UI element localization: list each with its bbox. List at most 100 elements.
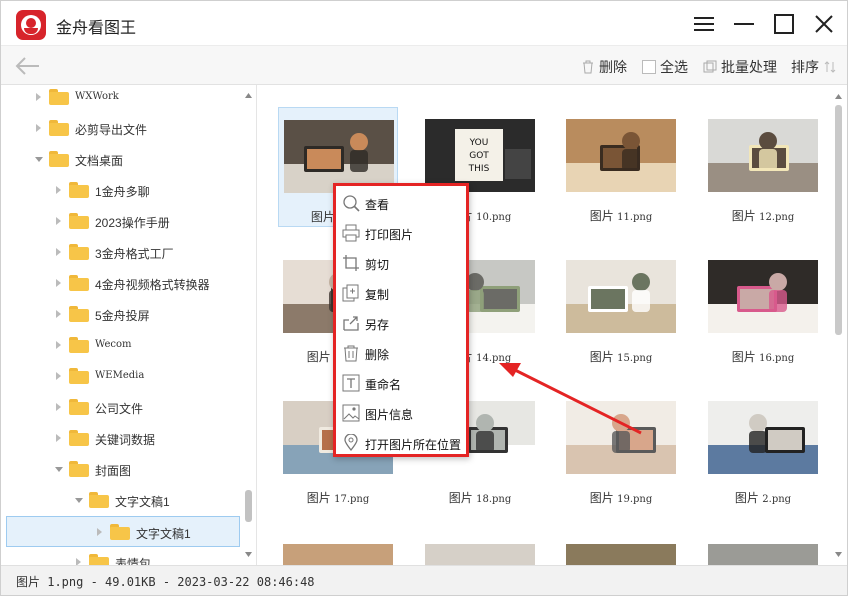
caption-prefix: 图片 <box>734 491 759 505</box>
tree-item[interactable]: 公司文件 <box>1 392 241 423</box>
folder-icon <box>69 461 89 477</box>
caption-filename: 11.png <box>617 212 653 223</box>
expand-chevron-right-icon[interactable] <box>56 341 61 349</box>
tree-item[interactable]: 1金舟多聊 <box>1 175 241 206</box>
expand-chevron-right-icon[interactable] <box>56 279 61 287</box>
tree-item[interactable]: Wecom <box>1 330 241 361</box>
expand-chevron-right-icon[interactable] <box>76 558 81 565</box>
tree-item[interactable]: 必剪导出文件 <box>1 113 241 144</box>
delete-button[interactable]: 删除 <box>581 57 627 77</box>
menu-icon[interactable] <box>691 11 717 37</box>
context-menu-item[interactable]: 另存 <box>336 308 466 338</box>
image-thumbnail-partial[interactable] <box>283 544 393 565</box>
batch-process-button[interactable]: 批量处理 <box>703 57 777 77</box>
expand-chevron-right-icon[interactable] <box>56 248 61 256</box>
image-thumbnail-partial[interactable] <box>708 544 818 565</box>
context-menu-label: 图片信息 <box>365 408 414 422</box>
back-arrow-icon[interactable] <box>13 54 41 78</box>
expand-chevron-right-icon[interactable] <box>36 124 41 132</box>
tree-item-label: 文字文稿1 <box>115 495 170 509</box>
caption-prefix: 图片 <box>731 350 756 364</box>
minimize-icon[interactable] <box>731 11 757 37</box>
tree-item[interactable]: 文字文稿1 <box>6 516 240 547</box>
tree-scrollbar[interactable] <box>241 85 256 565</box>
tree-item-label: Wecom <box>95 339 132 350</box>
expand-chevron-right-icon[interactable] <box>56 186 61 194</box>
caption-prefix: 图片 <box>589 209 614 223</box>
caption-prefix: 图片 <box>731 209 756 223</box>
close-icon[interactable] <box>811 11 837 37</box>
expand-chevron-right-icon[interactable] <box>56 217 61 225</box>
context-menu-item[interactable]: 查看 <box>336 188 466 218</box>
select-all-checkbox[interactable] <box>642 60 656 74</box>
expand-chevron-right-icon[interactable] <box>56 310 61 318</box>
context-menu-item[interactable]: 打开图片所在位置 <box>336 428 466 458</box>
select-all-label: 全选 <box>660 59 688 75</box>
caption-filename: 19.png <box>617 494 653 505</box>
folder-icon <box>69 399 89 415</box>
image-thumbnail[interactable] <box>708 401 818 474</box>
image-thumbnail-partial[interactable] <box>425 544 535 565</box>
image-tile[interactable]: 图片 12.png <box>703 107 823 227</box>
context-menu-item[interactable]: 重命名 <box>336 368 466 398</box>
folder-icon <box>89 554 109 565</box>
expand-chevron-down-icon[interactable] <box>35 157 43 162</box>
tree-item[interactable]: 关键词数据 <box>1 423 241 454</box>
delete-label: 删除 <box>599 59 627 75</box>
image-thumbnail[interactable] <box>708 260 818 333</box>
context-menu-item[interactable]: 图片信息 <box>336 398 466 428</box>
tree-item-label: 表情包 <box>115 557 152 565</box>
tree-item[interactable]: 文档桌面 <box>1 144 241 175</box>
maximize-icon[interactable] <box>771 11 797 37</box>
caption-filename: 10.png <box>476 212 512 223</box>
tree-item[interactable]: 2023操作手册 <box>1 206 241 237</box>
context-menu-item[interactable]: 打印图片 <box>336 218 466 248</box>
image-thumbnail[interactable] <box>566 119 676 192</box>
tree-item[interactable]: 文字文稿1 <box>1 485 241 516</box>
expand-chevron-right-icon[interactable] <box>36 93 41 101</box>
select-all-button[interactable]: 全选 <box>642 57 688 77</box>
expand-chevron-right-icon[interactable] <box>56 434 61 442</box>
image-thumbnail[interactable]: YOU GOT THIS <box>425 119 535 192</box>
image-info-icon <box>342 404 360 422</box>
caption-filename: 17.png <box>334 494 370 505</box>
expand-chevron-right-icon[interactable] <box>56 372 61 380</box>
annotation-arrow <box>499 363 642 435</box>
context-menu-item[interactable]: 删除 <box>336 338 466 368</box>
title-bar: 金舟看图王 <box>1 1 847 45</box>
caption-prefix: 图片 <box>589 491 614 505</box>
image-tile[interactable]: 图片 16.png <box>703 248 823 368</box>
context-menu-item[interactable]: 剪切 <box>336 248 466 278</box>
context-menu: 查看 打印图片 剪切 复制 另存 删除 重命名图片信息打开图片所在位置 <box>333 183 469 457</box>
folder-icon <box>49 89 69 105</box>
tree-item[interactable]: 4金舟视频格式转换器 <box>1 268 241 299</box>
context-menu-item[interactable]: 复制 <box>336 278 466 308</box>
batch-label: 批量处理 <box>721 59 777 75</box>
image-tile[interactable]: 图片 11.png <box>561 107 681 227</box>
caption-prefix: 图片 <box>306 350 331 364</box>
tree-item[interactable]: WXWork <box>1 85 241 113</box>
app-title: 金舟看图王 <box>56 20 137 37</box>
tree-item[interactable]: 3金舟格式工厂 <box>1 237 241 268</box>
tree-item[interactable]: WEMedia <box>1 361 241 392</box>
printer-icon <box>342 224 360 242</box>
expand-chevron-down-icon[interactable] <box>75 498 83 503</box>
image-thumbnail-partial[interactable] <box>566 544 676 565</box>
image-thumbnail[interactable] <box>708 119 818 192</box>
image-tile[interactable]: 图片 15.png <box>561 248 681 368</box>
grid-scrollbar[interactable] <box>830 85 847 565</box>
tree-item[interactable]: 5金舟投屏 <box>1 299 241 330</box>
image-thumbnail[interactable] <box>566 260 676 333</box>
status-text: 图片 1.png - 49.01KB - 2023-03-22 08:46:48 <box>16 575 315 589</box>
image-caption: 图片 19.png <box>561 489 681 506</box>
tree-item-label: 文档桌面 <box>75 154 124 168</box>
expand-chevron-right-icon[interactable] <box>97 528 102 536</box>
tree-item[interactable]: 封面图 <box>1 454 241 485</box>
tree-item[interactable]: 表情包 <box>1 547 241 565</box>
caption-prefix: 图片 <box>306 491 331 505</box>
expand-chevron-down-icon[interactable] <box>55 467 63 472</box>
expand-chevron-right-icon[interactable] <box>56 403 61 411</box>
image-tile[interactable]: 图片 2.png <box>703 389 823 509</box>
crop-icon <box>343 255 359 271</box>
sort-button[interactable]: 排序 <box>791 57 837 77</box>
